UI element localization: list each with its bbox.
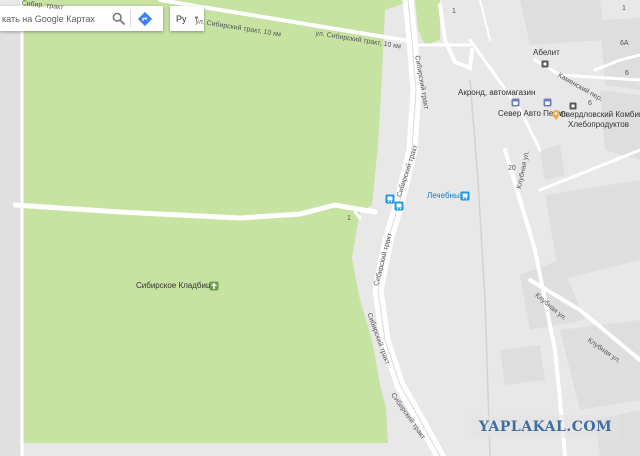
poi-label-sverdlovsky[interactable]: Свердловский Комбинат (560, 111, 640, 119)
watermark: YAPLAKAL.COM (471, 415, 620, 438)
poi-label-khleboproduktov[interactable]: Хлебопродуктов (568, 121, 629, 129)
bus-stop-icon[interactable] (394, 201, 404, 211)
house-number: 1 (452, 8, 456, 15)
house-number: 1 (622, 5, 626, 12)
search-box (0, 6, 163, 31)
poi-label-akrond[interactable]: Акронд, автомагазин (458, 89, 535, 97)
poi-dot-icon[interactable] (540, 59, 550, 69)
watermark-text: YAPLAKAL.COM (478, 418, 613, 435)
house-number: 20 (508, 165, 516, 172)
poi-label-abelit[interactable]: Абелит (533, 49, 560, 57)
directions-icon[interactable] (137, 11, 153, 27)
search-divider (130, 10, 131, 27)
search-input[interactable] (2, 13, 110, 24)
bus-stop-label[interactable]: Лечебный (427, 192, 464, 200)
house-number: 6 (588, 100, 592, 107)
shop-icon[interactable] (510, 97, 520, 107)
bus-stop-icon[interactable] (460, 191, 470, 201)
left-edge-area (0, 32, 22, 456)
cemetery-icon[interactable] (209, 281, 219, 291)
search-icon[interactable] (110, 11, 126, 27)
cemetery-label[interactable]: Сибирское Кладбище (136, 282, 217, 290)
language-value: Ру (176, 13, 187, 24)
house-number: 6 (625, 70, 629, 77)
shop-icon[interactable] (542, 97, 552, 107)
house-number: 1 (347, 215, 351, 222)
cemetery-park-area (22, 0, 415, 443)
house-number: 6А (620, 40, 629, 47)
